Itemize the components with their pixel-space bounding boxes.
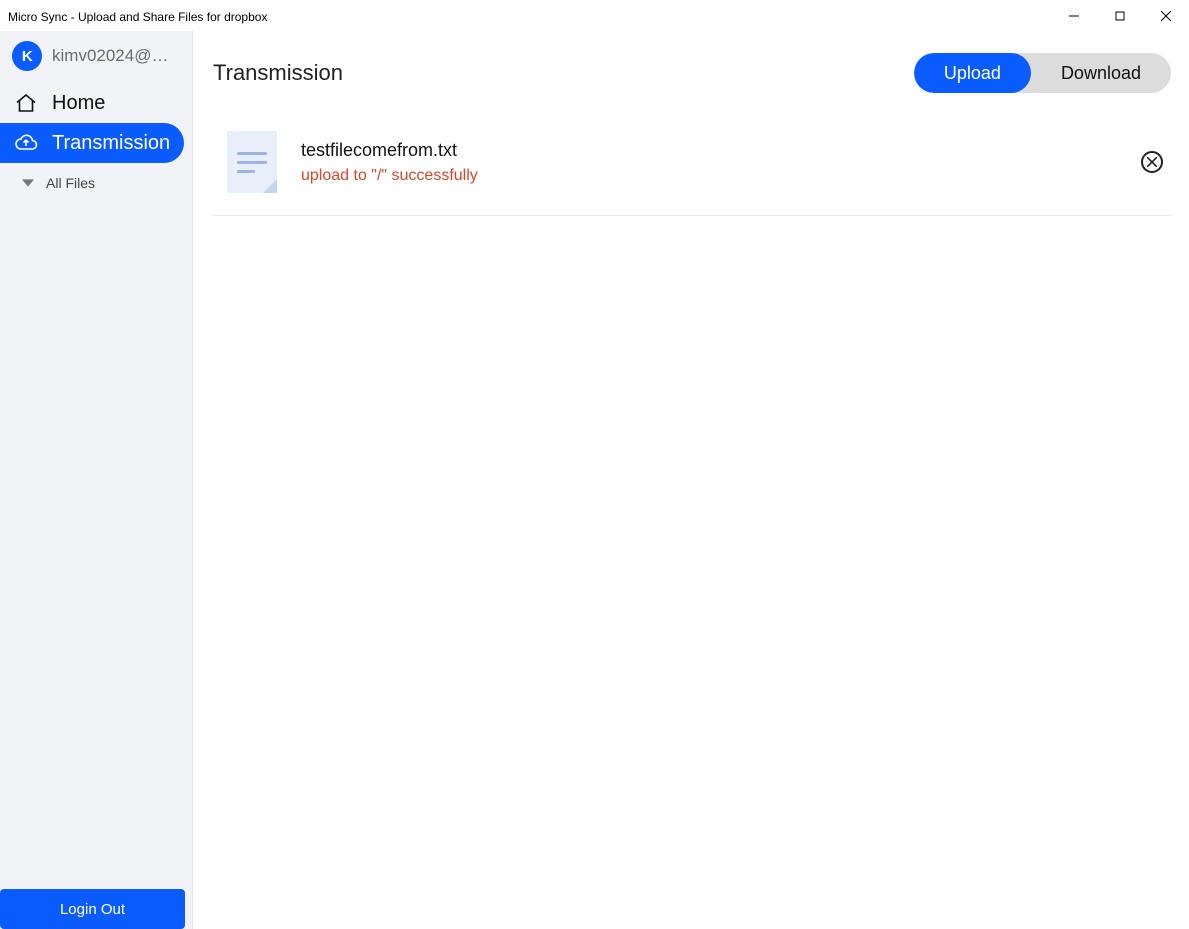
window-controls — [1051, 0, 1189, 31]
user-row[interactable]: K kimv02024@… — [0, 31, 192, 79]
list-item: testfilecomefrom.txt upload to "/" succe… — [213, 123, 1171, 216]
sidebar-item-label: All Files — [46, 175, 95, 191]
sidebar-item-label: Transmission — [52, 132, 170, 155]
home-icon — [14, 91, 38, 115]
titlebar: Micro Sync - Upload and Share Files for … — [0, 0, 1189, 31]
main-content: Transmission Upload Download testfilecom… — [193, 31, 1189, 929]
avatar: K — [12, 41, 42, 71]
sidebar-item-home[interactable]: Home — [0, 83, 184, 123]
minimize-icon — [1069, 11, 1079, 21]
close-button[interactable] — [1143, 0, 1189, 31]
main-header: Transmission Upload Download — [213, 53, 1171, 93]
cloud-upload-icon — [14, 131, 38, 155]
sidebar-item-label: Home — [52, 92, 105, 115]
maximize-icon — [1115, 11, 1125, 21]
logout-label: Login Out — [60, 901, 125, 918]
file-meta: testfilecomefrom.txt upload to "/" succe… — [301, 140, 1117, 185]
window-title: Micro Sync - Upload and Share Files for … — [8, 8, 1051, 24]
sidebar-nav: Home Transmission All Files — [0, 79, 192, 201]
tab-download[interactable]: Download — [1031, 53, 1171, 93]
tab-upload[interactable]: Upload — [914, 53, 1031, 93]
upload-download-toggle: Upload Download — [914, 53, 1171, 93]
app-body: K kimv02024@… Home Transmission All Fi — [0, 31, 1189, 929]
document-icon — [227, 131, 277, 193]
maximize-button[interactable] — [1097, 0, 1143, 31]
minimize-button[interactable] — [1051, 0, 1097, 31]
file-status: upload to "/" successfully — [301, 167, 1117, 185]
sidebar: K kimv02024@… Home Transmission All Fi — [0, 31, 193, 929]
sidebar-item-transmission[interactable]: Transmission — [0, 123, 184, 163]
file-name: testfilecomefrom.txt — [301, 140, 1117, 161]
close-icon — [1161, 11, 1171, 21]
tab-label: Download — [1061, 63, 1141, 84]
logout-button[interactable]: Login Out — [0, 889, 185, 929]
sidebar-item-all-files[interactable]: All Files — [0, 163, 184, 201]
cancel-button[interactable] — [1141, 151, 1163, 173]
user-email: kimv02024@… — [52, 46, 180, 66]
x-icon — [1147, 157, 1157, 167]
chevron-down-icon — [22, 177, 34, 189]
page-title: Transmission — [213, 60, 343, 86]
tab-label: Upload — [944, 63, 1001, 84]
